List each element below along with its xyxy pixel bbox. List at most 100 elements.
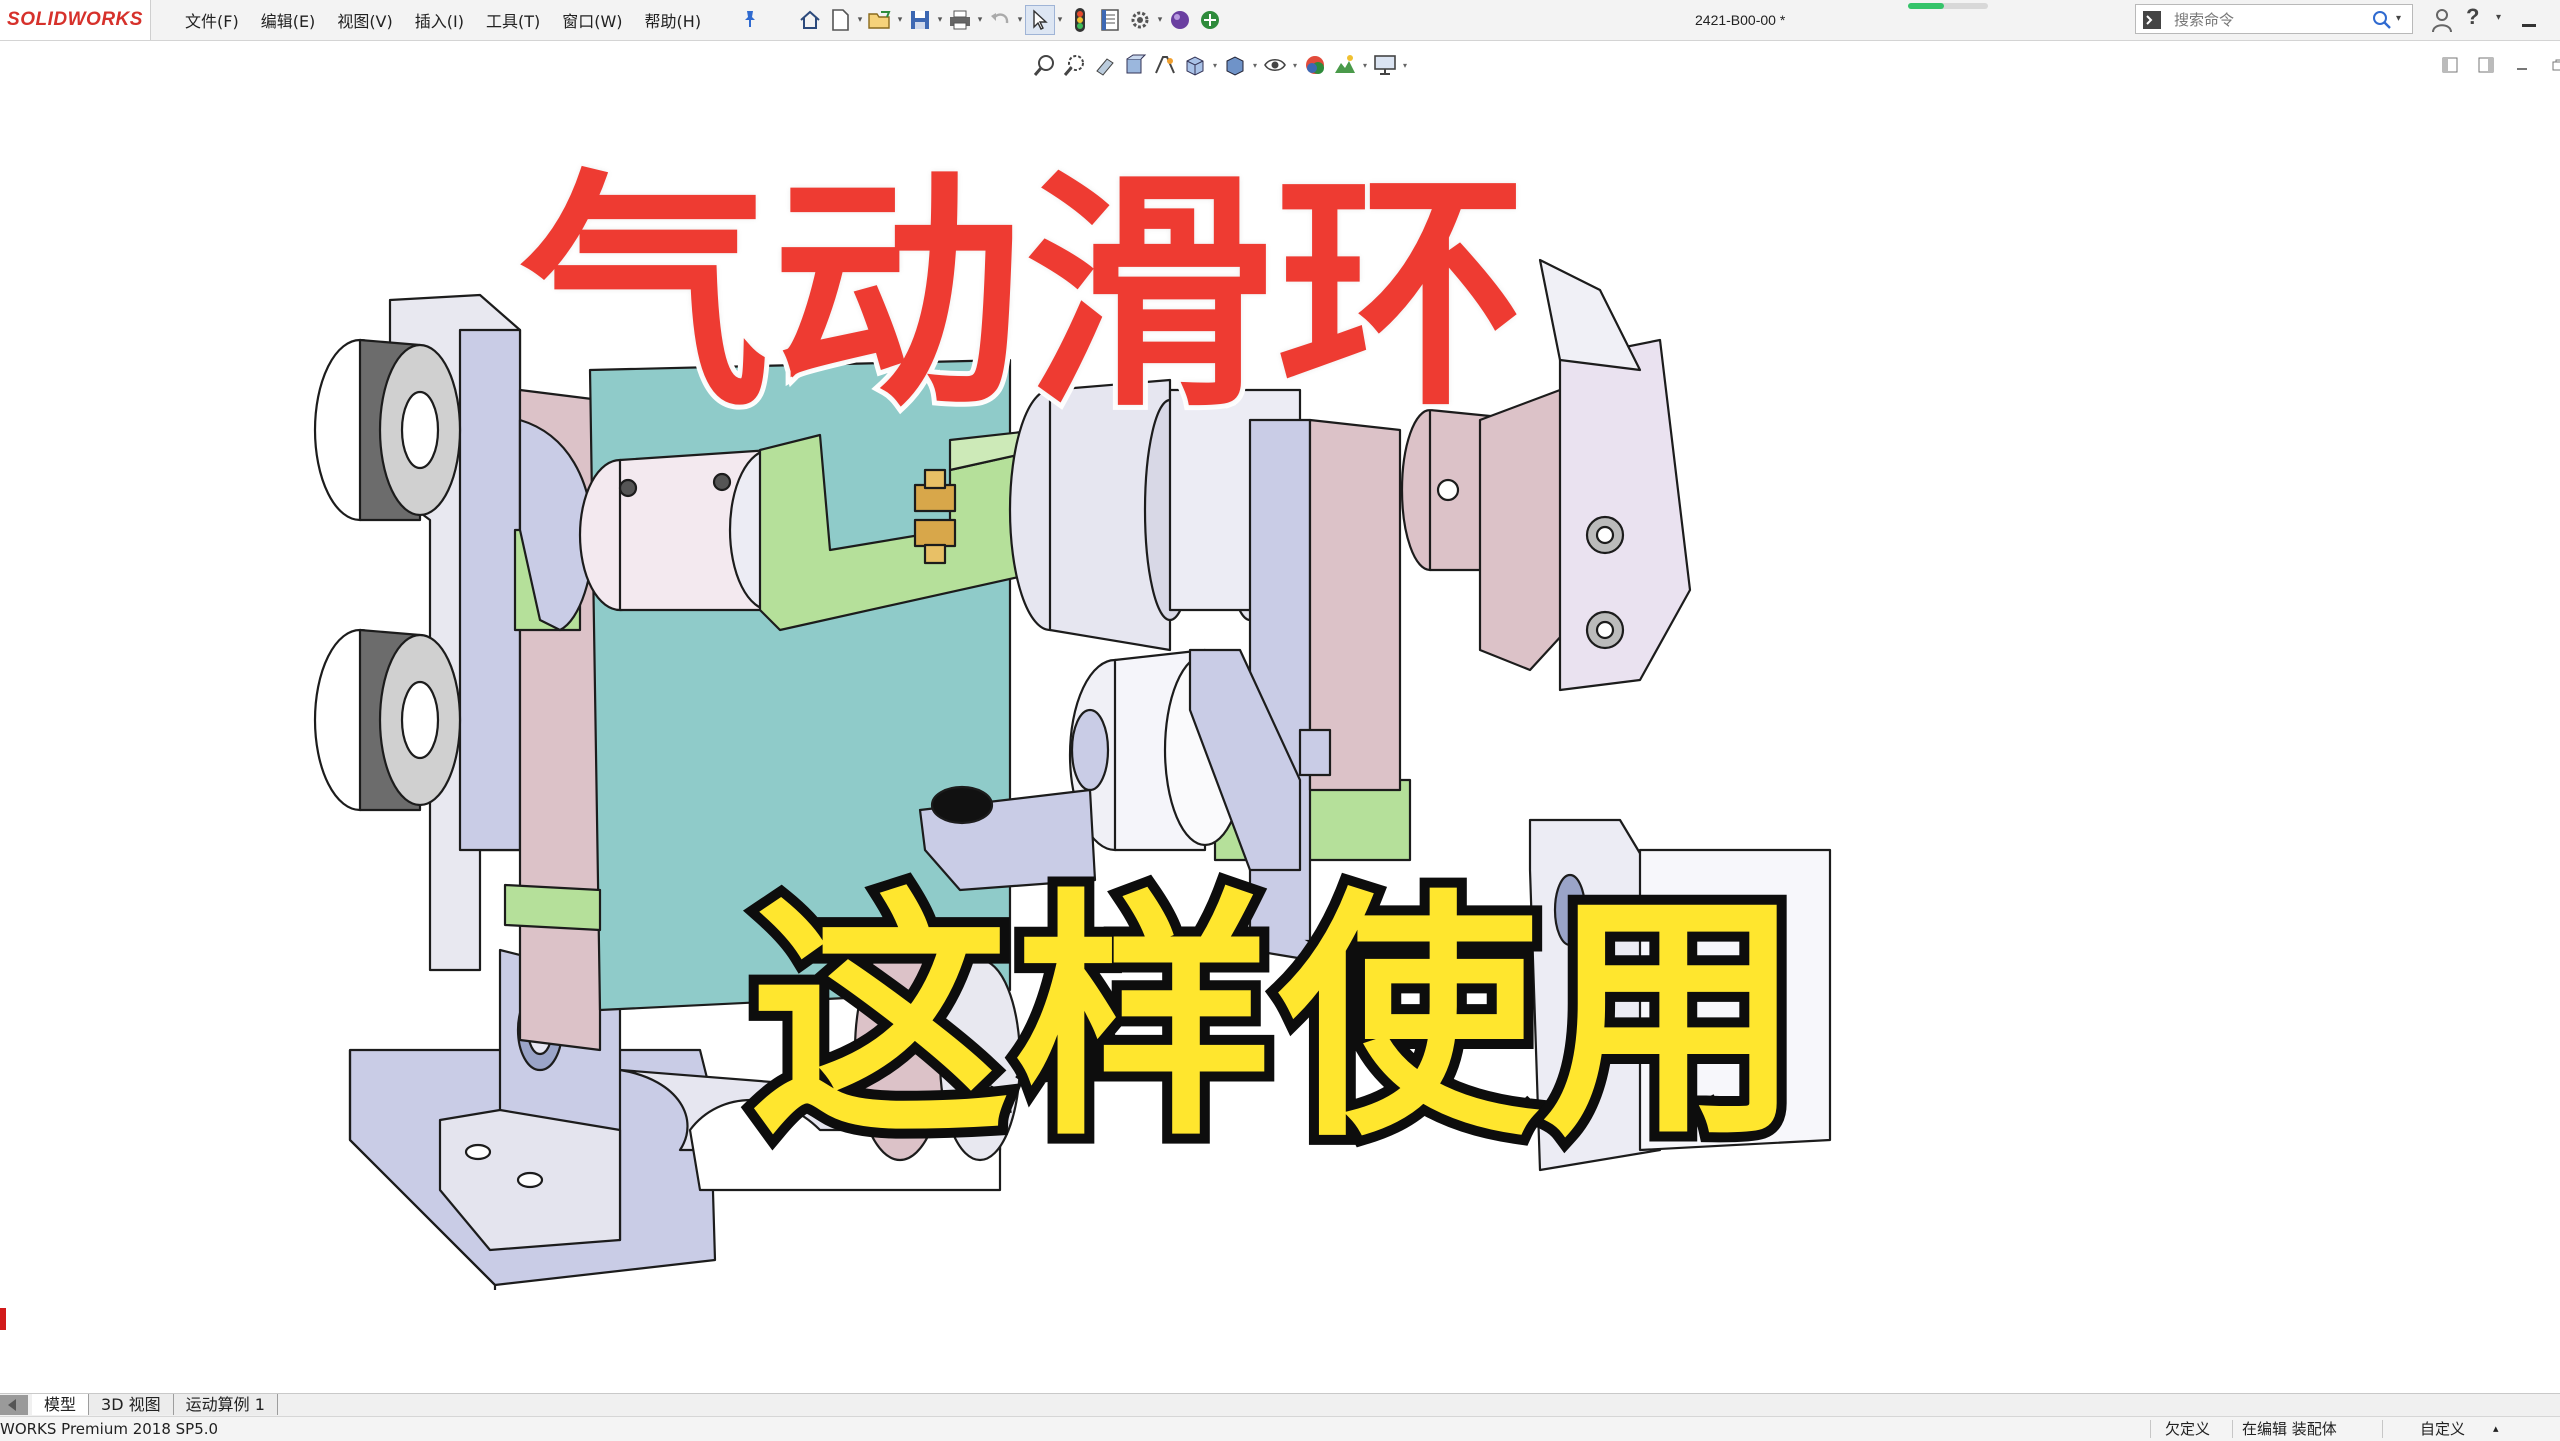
hide-show-items-button[interactable] <box>1260 50 1290 80</box>
tile-right-button[interactable] <box>2468 52 2504 78</box>
options-button[interactable] <box>1125 5 1155 35</box>
display-style-dropdown[interactable]: ▾ <box>1250 61 1260 70</box>
appearance-button[interactable] <box>1165 5 1195 35</box>
status-underdefined: 欠定义 <box>2165 1420 2211 1438</box>
menu-window[interactable]: 窗口(W) <box>562 8 622 32</box>
file-props-icon <box>1101 9 1119 31</box>
menu-view[interactable]: 视图(V) <box>337 8 392 32</box>
save-icon <box>911 11 929 29</box>
print-button[interactable] <box>945 5 975 35</box>
origin-triad-marker <box>0 1308 6 1330</box>
tab-scroll-button[interactable] <box>0 1395 28 1415</box>
zoom-area-icon <box>1063 55 1084 76</box>
standard-toolbar: ▾ ▾ ▾ ▾ ▾ ▾ ▾ <box>795 4 1225 36</box>
timing-pulley-lower <box>313 628 462 812</box>
document-tabs: 模型 3D 视图 运动算例 1 <box>32 1394 278 1416</box>
select-button[interactable] <box>1025 5 1055 35</box>
menu-help[interactable]: 帮助(H) <box>645 8 702 32</box>
undo-dropdown[interactable]: ▾ <box>1015 5 1025 35</box>
file-properties-button[interactable] <box>1095 5 1125 35</box>
menu-tools[interactable]: 工具(T) <box>486 8 540 32</box>
pin-icon[interactable] <box>740 9 760 29</box>
bottom-tab-bar: 模型 3D 视图 运动算例 1 <box>0 1393 2560 1416</box>
doc-restore-icon <box>2552 59 2560 71</box>
document-title: 2421-B00-00 * <box>1695 12 1786 28</box>
tile-right-icon <box>2478 57 2494 73</box>
previous-view-button[interactable] <box>1090 50 1120 80</box>
select-icon <box>1033 9 1048 30</box>
new-button[interactable] <box>825 5 855 35</box>
save-button[interactable] <box>905 5 935 35</box>
apply-scene-button[interactable] <box>1330 50 1360 80</box>
search-dropdown[interactable]: ▾ <box>2396 13 2401 24</box>
zoom-to-fit-button[interactable] <box>1030 50 1060 80</box>
timing-pulley-upper <box>313 338 462 522</box>
hide-show-dropdown[interactable]: ▾ <box>1290 61 1300 70</box>
print-icon <box>950 10 970 30</box>
help-dropdown[interactable]: ▾ <box>2496 12 2501 23</box>
status-custom-units[interactable]: 自定义 <box>2420 1417 2465 1441</box>
dynamic-annotation-button[interactable] <box>1150 50 1180 80</box>
tile-left-button[interactable] <box>2432 52 2468 78</box>
new-dropdown[interactable]: ▾ <box>855 5 865 35</box>
tab-motion-study[interactable]: 运动算例 1 <box>173 1394 278 1415</box>
help-icon[interactable]: ? <box>2466 4 2479 30</box>
menu-insert[interactable]: 插入(I) <box>415 8 464 32</box>
display-style-icon <box>1226 56 1244 76</box>
zoom-to-area-button[interactable] <box>1060 50 1090 80</box>
scene-button[interactable] <box>1195 5 1225 35</box>
rebuild-progress <box>1908 3 1988 9</box>
status-units-dropdown[interactable]: ▴ <box>2493 1417 2499 1441</box>
apply-scene-dropdown[interactable]: ▾ <box>1360 61 1370 70</box>
view-settings-dropdown[interactable]: ▾ <box>1400 61 1410 70</box>
search-input[interactable] <box>2172 8 2366 32</box>
edit-appearance-button[interactable] <box>1300 50 1330 80</box>
options-dropdown[interactable]: ▾ <box>1155 5 1165 35</box>
minimize-icon[interactable] <box>2522 24 2536 27</box>
status-divider <box>2232 1420 2233 1438</box>
open-button[interactable] <box>865 5 895 35</box>
zoom-fit-icon <box>1033 55 1054 76</box>
rebuild-button[interactable] <box>1065 5 1095 35</box>
doc-restore-button[interactable] <box>2540 52 2560 78</box>
select-dropdown[interactable]: ▾ <box>1055 5 1065 35</box>
tab-3d-view[interactable]: 3D 视图 <box>89 1394 174 1415</box>
search-command-box: ▾ <box>2135 4 2413 34</box>
view-settings-button[interactable] <box>1370 50 1400 80</box>
appearance-icon <box>1171 11 1189 29</box>
apply-scene-icon <box>1335 55 1355 73</box>
logo-text: SOLIDWORKS <box>7 9 143 30</box>
overlay-subtitle: 这样使用 <box>740 869 1812 1171</box>
rebuild-progress-fill <box>1908 3 1944 9</box>
status-divider <box>2382 1420 2383 1438</box>
home-button[interactable] <box>795 5 825 35</box>
graphics-area[interactable]: 气动滑环 这样使用 <box>0 90 2560 1390</box>
view-orientation-button[interactable] <box>1180 50 1210 80</box>
doc-minimize-button[interactable] <box>2504 52 2540 78</box>
open-icon <box>868 11 891 29</box>
print-dropdown[interactable]: ▾ <box>975 5 985 35</box>
document-window-controls <box>2432 52 2560 78</box>
search-icon[interactable] <box>2372 10 2392 30</box>
user-icon[interactable] <box>2430 7 2454 33</box>
display-style-button[interactable] <box>1220 50 1250 80</box>
open-dropdown[interactable]: ▾ <box>895 5 905 35</box>
menu-edit[interactable]: 编辑(E) <box>261 8 316 32</box>
solidworks-logo[interactable]: SOLIDWORKS <box>0 0 151 40</box>
eye-icon <box>1264 58 1286 72</box>
view-orientation-dropdown[interactable]: ▾ <box>1210 61 1220 70</box>
tab-model[interactable]: 模型 <box>32 1394 90 1415</box>
undo-button[interactable] <box>985 5 1015 35</box>
annotation-icon <box>1155 56 1175 74</box>
previous-view-icon <box>1096 58 1114 76</box>
section-view-button[interactable] <box>1120 50 1150 80</box>
main-menu: 文件(F) 编辑(E) 视图(V) 插入(I) 工具(T) 窗口(W) 帮助(H… <box>185 0 723 40</box>
product-version: WORKS Premium 2018 SP5.0 <box>0 1420 219 1438</box>
undo-icon <box>991 13 1009 24</box>
menu-file[interactable]: 文件(F) <box>185 8 239 32</box>
command-prompt-icon <box>2143 11 2161 29</box>
new-doc-icon <box>832 9 849 31</box>
save-dropdown[interactable]: ▾ <box>935 5 945 35</box>
monitor-icon <box>1374 55 1396 75</box>
options-icon <box>1131 11 1149 29</box>
